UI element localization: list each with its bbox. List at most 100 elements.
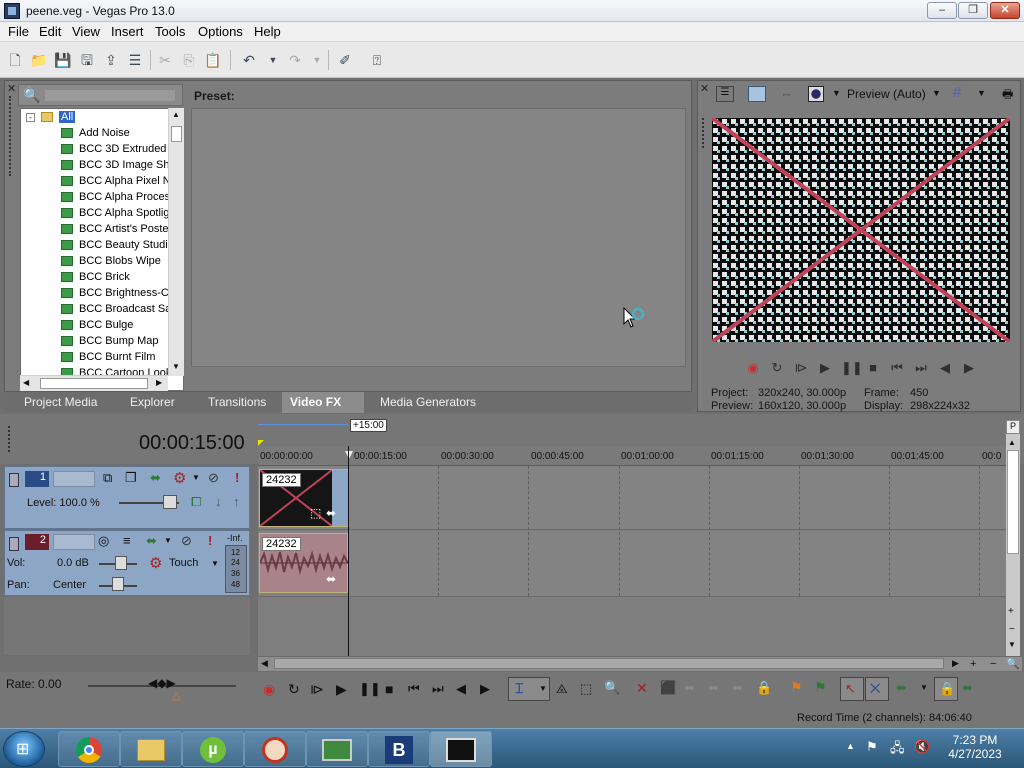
ignore-event-grouping-button[interactable]: ↖ — [840, 677, 864, 701]
menu-help[interactable]: Help — [254, 24, 281, 39]
scroll-left-icon[interactable]: ◀ — [261, 658, 268, 669]
scroll-down-icon[interactable]: ▼ — [1008, 640, 1016, 649]
tab-transitions[interactable]: Transitions — [200, 392, 274, 413]
arm-for-record-icon[interactable]: ◎ — [98, 533, 109, 549]
rate-slider-thumb[interactable]: ◀◆▶ — [148, 676, 176, 690]
scroll-right-icon[interactable]: ▶ — [156, 378, 162, 387]
scroll-left-icon[interactable]: ◀ — [23, 378, 29, 387]
start-button[interactable]: ⊞ — [3, 731, 45, 767]
scroll-right-icon[interactable]: ▶ — [952, 658, 959, 669]
show-hidden-icons[interactable]: ▲ — [846, 741, 855, 751]
mute-icon[interactable]: ⊘ — [208, 470, 219, 486]
tree-item[interactable]: BCC Alpha Spotlig — [61, 207, 183, 223]
automation-mode[interactable]: Touch — [169, 557, 198, 569]
fx-tree[interactable]: - All Add Noise BCC 3D Extruded BCC 3D I… — [20, 108, 184, 391]
dropdown-arrow-icon[interactable]: ▼ — [832, 88, 841, 98]
tree-item[interactable]: BCC Bump Map — [61, 335, 183, 351]
track-number[interactable]: 2 — [25, 534, 49, 550]
scroll-down-icon[interactable]: ▼ — [172, 362, 180, 371]
panel-close-icon[interactable]: ✕ — [7, 82, 16, 95]
go-to-start-icon[interactable]: ⏮ — [408, 681, 420, 697]
maximize-button[interactable]: ❐ — [958, 2, 988, 19]
go-to-start-icon[interactable]: ⏮ — [889, 360, 905, 376]
audio-track-header[interactable]: 2 ◎ ≡ ⬌ ▼ ⊘ ! -Inf. 12 24 36 48 Vol: 0.0… — [4, 530, 250, 596]
menu-insert[interactable]: Insert — [111, 24, 144, 39]
fx-search-input[interactable]: 🔍 — [18, 84, 183, 106]
next-frame-icon[interactable]: ▶ — [480, 681, 490, 697]
pause-icon[interactable]: ❚❚ — [841, 360, 863, 376]
tab-video-fx[interactable]: Video FX — [282, 392, 364, 413]
level-slider-thumb[interactable] — [163, 495, 177, 509]
snap-icon[interactable]: ⬌ — [962, 680, 973, 696]
panel-grip[interactable] — [8, 426, 11, 452]
overlays-grid-icon[interactable]: # — [953, 84, 961, 101]
taskbar-utorrent[interactable]: µ — [182, 731, 244, 767]
go-to-end-icon[interactable]: ⏭ — [432, 681, 444, 697]
undo-dropdown-icon[interactable]: ▼ — [264, 51, 282, 69]
zoom-in-icon[interactable]: + — [1008, 606, 1014, 617]
scroll-thumb[interactable] — [171, 126, 182, 142]
preview-quality-icon[interactable] — [808, 86, 824, 102]
loop-playback-icon[interactable]: ↻ — [288, 681, 300, 698]
taskbar-explorer[interactable] — [120, 731, 182, 767]
preview-properties-icon[interactable]: ☰ — [716, 86, 734, 102]
tree-horizontal-scrollbar[interactable]: ◀ ▶ — [20, 375, 168, 391]
copy-snapshot-icon[interactable]: 🖶 — [1002, 85, 1013, 106]
taskbar-monitor-app[interactable] — [306, 731, 368, 767]
previous-frame-icon[interactable]: ◀ — [456, 681, 466, 697]
search-field[interactable] — [45, 90, 175, 101]
track-fx-icon[interactable]: ⬌ — [146, 533, 157, 549]
automation-settings-icon[interactable]: ⚙ — [149, 554, 162, 572]
solo-icon[interactable]: ! — [235, 470, 239, 485]
paste-icon[interactable]: 📋 — [204, 51, 222, 69]
tree-vertical-scrollbar[interactable]: ▲ ▼ — [168, 108, 184, 376]
menu-tools[interactable]: Tools — [155, 24, 185, 39]
mute-icon[interactable]: ⊘ — [181, 533, 192, 549]
selection-tool-icon[interactable]: ⬚ — [580, 681, 592, 697]
volume-muted-icon[interactable]: 🔇 — [914, 739, 930, 755]
tree-item[interactable]: BCC 3D Extruded — [61, 143, 183, 159]
copy-icon[interactable]: ⎘ — [180, 51, 198, 69]
cut-icon[interactable]: ✂ — [156, 51, 174, 69]
split-screen-icon[interactable]: ↔ — [780, 85, 793, 100]
tree-item[interactable]: BCC Blobs Wipe — [61, 255, 183, 271]
stop-icon[interactable]: ■ — [865, 360, 881, 375]
insert-marker-icon[interactable]: ⚑ — [790, 679, 803, 696]
save-icon[interactable]: 💾 — [54, 51, 72, 69]
play-icon[interactable]: ▶ — [336, 681, 347, 698]
stop-icon[interactable]: ■ — [385, 681, 393, 697]
auto-ripple-icon[interactable]: ⬌ — [896, 680, 907, 696]
previous-frame-icon[interactable]: ◀ — [937, 360, 953, 376]
render-icon[interactable]: ⇪ — [102, 51, 120, 69]
track-name-field[interactable] — [53, 534, 95, 550]
track-number[interactable]: 1 — [25, 471, 49, 487]
new-icon[interactable]: 🗋 — [6, 51, 24, 69]
composite-parent-icon[interactable]: ⧠ — [191, 494, 201, 510]
menu-options[interactable]: Options — [198, 24, 243, 39]
preset-area[interactable] — [191, 108, 686, 367]
pan-slider-thumb[interactable] — [112, 577, 124, 591]
zoom-in-icon[interactable]: + — [970, 658, 976, 670]
external-monitor-icon[interactable] — [748, 86, 766, 102]
menu-edit[interactable]: Edit — [39, 24, 61, 39]
timeline-horizontal-scrollbar[interactable]: ◀ ▶ + − 🔍 — [258, 656, 1022, 671]
delete-icon[interactable]: ✕ — [636, 680, 648, 697]
tab-explorer[interactable]: Explorer — [122, 392, 183, 413]
envelope-tool-icon[interactable]: ⨻ — [556, 681, 568, 697]
track-motion-icon[interactable]: ⧉ — [103, 470, 112, 486]
make-parent-icon[interactable]: ↑ — [233, 494, 240, 509]
play-icon[interactable]: ▶ — [817, 360, 833, 376]
volume-slider-thumb[interactable] — [115, 556, 127, 570]
scroll-thumb[interactable] — [1007, 450, 1019, 554]
collapse-track-icon[interactable] — [9, 537, 19, 551]
lock-events-icon[interactable]: 🔒 — [756, 680, 772, 696]
dropdown-arrow-icon[interactable]: ▼ — [977, 88, 986, 98]
timeline-vertical-scrollbar[interactable]: P ▲ + − ▼ — [1006, 420, 1020, 656]
panel-grip[interactable] — [9, 96, 12, 176]
play-from-start-icon[interactable]: ⧐ — [793, 360, 809, 376]
loop-playback-icon[interactable]: ↻ — [769, 360, 785, 376]
insert-region-icon[interactable]: ⚑ — [814, 679, 827, 696]
audio-event[interactable]: 24232 ⬌ — [259, 533, 348, 593]
automation-settings-icon[interactable]: ⚙ — [173, 469, 186, 487]
tree-item[interactable]: BCC 3D Image Sha — [61, 159, 183, 175]
